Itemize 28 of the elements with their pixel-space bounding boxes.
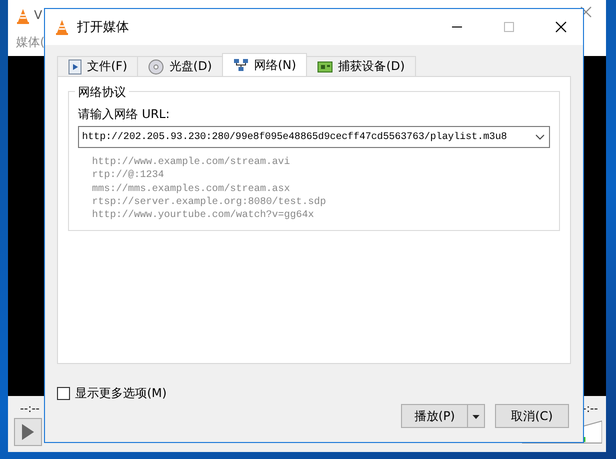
window-title: V xyxy=(34,8,42,22)
url-label: 请输入网络 URL: xyxy=(78,106,171,123)
capture-card-icon xyxy=(317,60,334,74)
example-url: rtsp://server.example.org:8080/test.sdp xyxy=(92,196,326,210)
tab[interactable]: 光盘(D) xyxy=(137,56,223,76)
example-url: http://www.yourtube.com/watch?v=gg64x xyxy=(92,209,314,222)
traffic-cone-icon xyxy=(55,19,69,35)
elapsed-time: --:-- xyxy=(20,402,40,415)
tab[interactable]: 文件(F) xyxy=(57,56,138,76)
video-file-icon xyxy=(68,58,82,74)
menu-item[interactable]: 媒体( xyxy=(16,34,45,51)
play-split-button[interactable]: 播放(P) xyxy=(401,404,485,428)
dialog-title: 打开媒体 xyxy=(77,19,130,36)
url-combo-field[interactable]: http://202.205.93.230:280/99e8f095e48865d9cecff47cd5563763/playlist.m3u8 xyxy=(78,126,550,148)
cancel-button[interactable]: 取消(C) xyxy=(495,404,569,428)
group-title: 网络协议 xyxy=(75,84,129,101)
network-icon xyxy=(232,58,249,72)
example-url: rtp://@:1234 xyxy=(92,169,164,183)
checkbox[interactable] xyxy=(57,387,70,400)
example-url: http://www.example.com/stream.avi xyxy=(92,156,290,170)
checkbox-label[interactable]: 显示更多选项(M) xyxy=(75,385,167,402)
tab[interactable]: 网络(N) xyxy=(222,53,308,76)
traffic-cone-icon xyxy=(16,8,30,24)
tab[interactable]: 捕获设备(D) xyxy=(306,56,416,76)
example-url: mms://mms.examples.com/stream.asx xyxy=(92,182,290,196)
play-button[interactable]: 播放(P) xyxy=(402,405,467,427)
play-button[interactable] xyxy=(14,418,42,446)
play-icon xyxy=(21,423,35,441)
